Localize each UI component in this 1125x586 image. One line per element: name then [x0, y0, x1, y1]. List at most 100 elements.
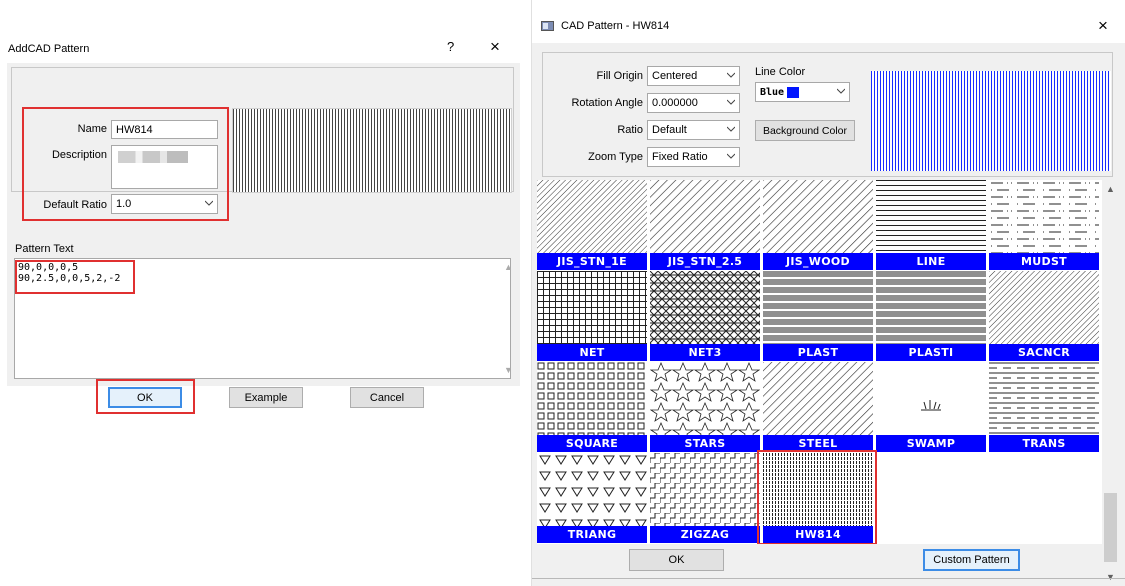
- pattern-tile-zigzag[interactable]: ZIGZAG: [650, 453, 760, 543]
- pattern-list-scrollbar[interactable]: ▲ ▼: [1102, 180, 1119, 586]
- pattern-label: STEEL: [763, 435, 873, 452]
- line-color-value: Blue: [760, 87, 785, 98]
- line-color-swatch: [787, 86, 800, 98]
- dialog-title: CAD Pattern - HW814: [561, 20, 670, 32]
- zoom-type-label: Zoom Type: [588, 151, 643, 163]
- name-label: Name: [77, 123, 107, 135]
- pattern-text-line-2: 90,2.5,0,0,5,2,-2: [18, 273, 121, 284]
- pattern-label: NET3: [650, 344, 760, 361]
- pattern-list[interactable]: JIS_STN_1E JIS_STN_2.5 JIS_WOOD LINE MUD…: [537, 180, 1102, 544]
- dialog-body: Name HW814 Description Default Ratio 1.0…: [7, 63, 520, 414]
- steel-hatch: [763, 362, 873, 435]
- rotation-angle-value: 0.000000: [652, 97, 698, 109]
- chevron-down-icon: [727, 126, 735, 132]
- scroll-down-icon[interactable]: ▼: [504, 365, 518, 375]
- chevron-down-icon: [727, 99, 735, 105]
- background-color-button[interactable]: Background Color: [755, 120, 855, 141]
- pattern-label: STARS: [650, 435, 760, 452]
- trans-hatch: [989, 362, 1099, 435]
- net-hatch: [537, 271, 647, 344]
- bottom-divider: [532, 578, 1125, 579]
- pattern-tile-net3[interactable]: NET3: [650, 271, 760, 361]
- fill-origin-value: Centered: [652, 70, 698, 82]
- close-button[interactable]: ×: [490, 37, 500, 57]
- pattern-tile-jis-stn-2-5[interactable]: JIS_STN_2.5: [650, 180, 760, 270]
- default-ratio-value: 1.0: [116, 198, 132, 210]
- ok-button[interactable]: OK: [629, 549, 724, 571]
- pattern-tile-plasti[interactable]: PLASTI: [876, 271, 986, 361]
- cancel-button[interactable]: Cancel: [350, 387, 424, 408]
- pattern-preview: [871, 71, 1111, 171]
- scroll-thumb[interactable]: [1104, 493, 1117, 562]
- pattern-tile-swamp[interactable]: SWAMP: [876, 362, 986, 452]
- rotation-angle-select[interactable]: 0.000000: [647, 93, 740, 113]
- ratio-value: Default: [652, 124, 687, 136]
- pattern-tile-stars[interactable]: STARS: [650, 362, 760, 452]
- scroll-down-icon[interactable]: ▼: [1106, 572, 1115, 582]
- jis-wood-hatch: [763, 180, 873, 253]
- ok-button[interactable]: OK: [108, 387, 182, 408]
- scroll-up-icon[interactable]: ▲: [1106, 184, 1115, 194]
- stars-hatch: [650, 362, 760, 435]
- pattern-label: ZIGZAG: [650, 526, 760, 543]
- ratio-select[interactable]: Default: [647, 120, 740, 140]
- sacncr-hatch: [989, 271, 1099, 344]
- zoom-type-select[interactable]: Fixed Ratio: [647, 147, 740, 167]
- dialog-title: AddCAD Pattern: [8, 43, 90, 55]
- chevron-down-icon: [205, 200, 213, 206]
- pattern-tile-jis-stn-1e[interactable]: JIS_STN_1E: [537, 180, 647, 270]
- pattern-label: PLASTI: [876, 344, 986, 361]
- scroll-up-icon[interactable]: ▲: [504, 262, 518, 272]
- pattern-label: TRANS: [989, 435, 1099, 452]
- pattern-label: JIS_STN_1E: [537, 253, 647, 270]
- description-input[interactable]: [111, 145, 218, 189]
- pattern-label: NET: [537, 344, 647, 361]
- pattern-tile-trans[interactable]: TRANS: [989, 362, 1099, 452]
- pattern-tile-plast[interactable]: PLAST: [763, 271, 873, 361]
- pattern-label: HW814: [763, 526, 873, 543]
- line-color-select[interactable]: Blue: [755, 82, 850, 102]
- pattern-label: JIS_WOOD: [763, 253, 873, 270]
- ratio-label: Ratio: [617, 124, 643, 136]
- pattern-options-group: Fill Origin Centered Rotation Angle 0.00…: [542, 52, 1113, 177]
- pattern-tile-steel[interactable]: STEEL: [763, 362, 873, 452]
- pattern-label: SACNCR: [989, 344, 1099, 361]
- jis-stn-2-5-hatch: [650, 180, 760, 253]
- app-icon: [541, 21, 554, 31]
- zigzag-hatch: [650, 453, 760, 526]
- pattern-tile-triang[interactable]: TRIANG: [537, 453, 647, 543]
- pattern-tile-square[interactable]: SQUARE: [537, 362, 647, 452]
- jis-stn-1e-hatch: [537, 180, 647, 253]
- pattern-label: LINE: [876, 253, 986, 270]
- pattern-tile-line[interactable]: LINE: [876, 180, 986, 270]
- chevron-down-icon: [727, 72, 735, 78]
- pattern-label: SQUARE: [537, 435, 647, 452]
- default-ratio-select[interactable]: 1.0: [111, 194, 218, 214]
- plasti-hatch: [876, 271, 986, 344]
- pattern-text-label: Pattern Text: [15, 243, 74, 255]
- cad-pattern-dialog: CAD Pattern - HW814 × Fill Origin Center…: [531, 0, 1125, 586]
- pattern-tile-net[interactable]: NET: [537, 271, 647, 361]
- pattern-tile-mudst[interactable]: MUDST: [989, 180, 1099, 270]
- close-button[interactable]: ×: [1098, 16, 1108, 36]
- pattern-text-area[interactable]: 90,0,0,0,5 90,2.5,0,0,5,2,-2: [14, 258, 511, 379]
- line-hatch: [876, 180, 986, 253]
- example-button[interactable]: Example: [229, 387, 303, 408]
- zoom-type-value: Fixed Ratio: [652, 151, 708, 163]
- description-label: Description: [51, 149, 107, 161]
- mudst-hatch: [989, 180, 1099, 253]
- pattern-tile-jis-wood[interactable]: JIS_WOOD: [763, 180, 873, 270]
- net3-hatch: [650, 271, 760, 344]
- help-button[interactable]: ?: [447, 39, 454, 54]
- pattern-label: JIS_STN_2.5: [650, 253, 760, 270]
- name-input[interactable]: HW814: [111, 120, 218, 139]
- fill-origin-select[interactable]: Centered: [647, 66, 740, 86]
- pattern-tile-sacncr[interactable]: SACNCR: [989, 271, 1099, 361]
- pattern-tile-hw814[interactable]: HW814: [763, 453, 873, 543]
- redacted-description: [118, 151, 188, 163]
- custom-pattern-button[interactable]: Custom Pattern: [923, 549, 1020, 571]
- add-cad-pattern-dialog: AddCAD Pattern ? × Name HW814 Descriptio…: [0, 34, 520, 414]
- swamp-hatch: [921, 400, 941, 411]
- pattern-label: TRIANG: [537, 526, 647, 543]
- pattern-label: SWAMP: [876, 435, 986, 452]
